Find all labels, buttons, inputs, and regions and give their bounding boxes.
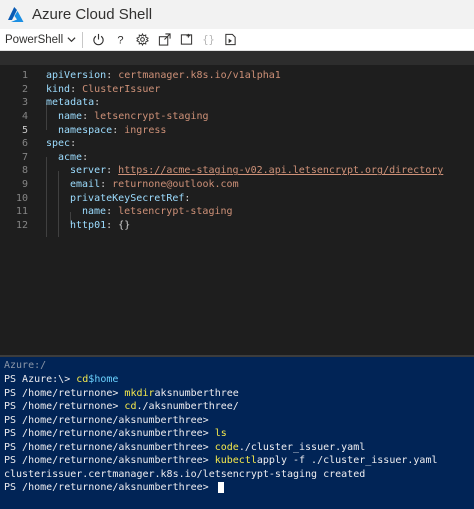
line-number: 2 (21, 83, 28, 95)
line-number: 4 (21, 111, 28, 123)
line-number: 11 (15, 206, 28, 218)
toolbar-divider (82, 31, 84, 48)
chevron-down-icon (67, 37, 76, 43)
terminal-line: PS /home/returnone/aksnumberthree> (4, 481, 224, 495)
editor-line: 1 apiVersion: certmanager.k8s.io/v1alpha… (0, 69, 474, 83)
line-number: 12 (15, 219, 28, 231)
yaml-value: returnone@outlook.com (112, 179, 239, 191)
yaml-key: name (82, 206, 107, 218)
terminal-line: PS /home/returnone> cd ./aksnumberthree/ (4, 401, 239, 413)
toolbar: PowerShell ? {} (0, 29, 474, 51)
web-preview-icon[interactable] (219, 29, 241, 51)
svg-text:?: ? (117, 35, 123, 46)
terminal-line: PS /home/returnone/aksnumberthree> ls (4, 428, 227, 440)
title-bar: Azure Cloud Shell (0, 0, 474, 29)
yaml-value: ingress (124, 124, 167, 136)
editor-line: 11 name: letsencrypt-staging (0, 205, 474, 219)
shell-label: PowerShell (5, 33, 64, 46)
editor-line: 2 kind: ClusterIssuer (0, 83, 474, 97)
editor-line: 10 privateKeySecretRef: (0, 191, 474, 205)
terminal-line: PS /home/returnone/aksnumberthree> kubec… (4, 455, 438, 467)
line-number: 10 (15, 192, 28, 204)
terminal-cursor (217, 482, 224, 494)
yaml-url-value[interactable]: https://acme-staging-v02.api.letsencrypt… (118, 165, 443, 176)
upload-download-icon[interactable] (153, 29, 175, 51)
yaml-key: name (58, 111, 83, 123)
code-editor[interactable]: 1 apiVersion: certmanager.k8s.io/v1alpha… (0, 65, 474, 355)
terminal-header: Azure:/ (4, 360, 47, 372)
editor-line: 5 namespace: ingress (0, 123, 474, 137)
yaml-value: {} (118, 219, 131, 231)
yaml-value: certmanager.k8s.io/v1alpha1 (118, 70, 281, 82)
yaml-key: acme (58, 151, 83, 163)
help-icon[interactable]: ? (109, 29, 131, 51)
braces-icon[interactable]: {} (197, 29, 219, 51)
shell-selector[interactable]: PowerShell (0, 29, 82, 50)
terminal-line: PS Azure:\> cd $home (4, 374, 119, 386)
app-title: Azure Cloud Shell (32, 6, 153, 23)
terminal-output: clusterissuer.certmanager.k8s.io/letsenc… (4, 468, 366, 480)
yaml-key: http01 (70, 219, 107, 231)
line-number: 3 (21, 97, 28, 109)
line-number: 9 (21, 179, 28, 191)
yaml-key: email (70, 179, 101, 191)
yaml-key: privateKeySecretRef (70, 192, 185, 204)
yaml-key: apiVersion (46, 70, 107, 82)
line-number: 1 (21, 70, 28, 82)
editor-line: 12 http01: {} (0, 219, 474, 233)
editor-header-band (0, 51, 474, 65)
line-number: 5 (21, 124, 28, 136)
yaml-key: kind (46, 83, 71, 95)
editor-line: 9 email: returnone@outlook.com (0, 178, 474, 192)
new-session-icon[interactable] (175, 29, 197, 51)
yaml-value: letsencrypt-staging (118, 206, 233, 218)
line-number: 8 (21, 165, 28, 177)
yaml-key: server (70, 165, 107, 177)
editor-line: 6 spec: (0, 137, 474, 151)
yaml-key: metadata (46, 97, 95, 109)
editor-line: 7 acme: (0, 151, 474, 165)
yaml-key: spec (46, 138, 71, 150)
settings-icon[interactable] (131, 29, 153, 51)
terminal[interactable]: Azure:/ PS Azure:\> cd $home PS /home/re… (0, 357, 474, 509)
editor-line: 8 server: https://acme-staging-v02.api.l… (0, 164, 474, 178)
azure-logo-icon (8, 6, 24, 22)
line-number: 7 (21, 151, 28, 163)
svg-text:{}: {} (202, 35, 214, 46)
terminal-line: PS /home/returnone/aksnumberthree> code … (4, 441, 366, 453)
editor-line: 3 metadata: (0, 96, 474, 110)
power-icon[interactable] (87, 29, 109, 51)
yaml-value: ClusterIssuer (82, 83, 161, 95)
editor-line: 4 name: letsencrypt-staging (0, 110, 474, 124)
terminal-line: PS /home/returnone> mkdir aksnumberthree (4, 387, 239, 399)
yaml-key: namespace (58, 124, 113, 136)
yaml-value: letsencrypt-staging (94, 111, 209, 123)
line-number: 6 (21, 138, 28, 150)
terminal-line: PS /home/returnone/aksnumberthree> (4, 414, 215, 426)
